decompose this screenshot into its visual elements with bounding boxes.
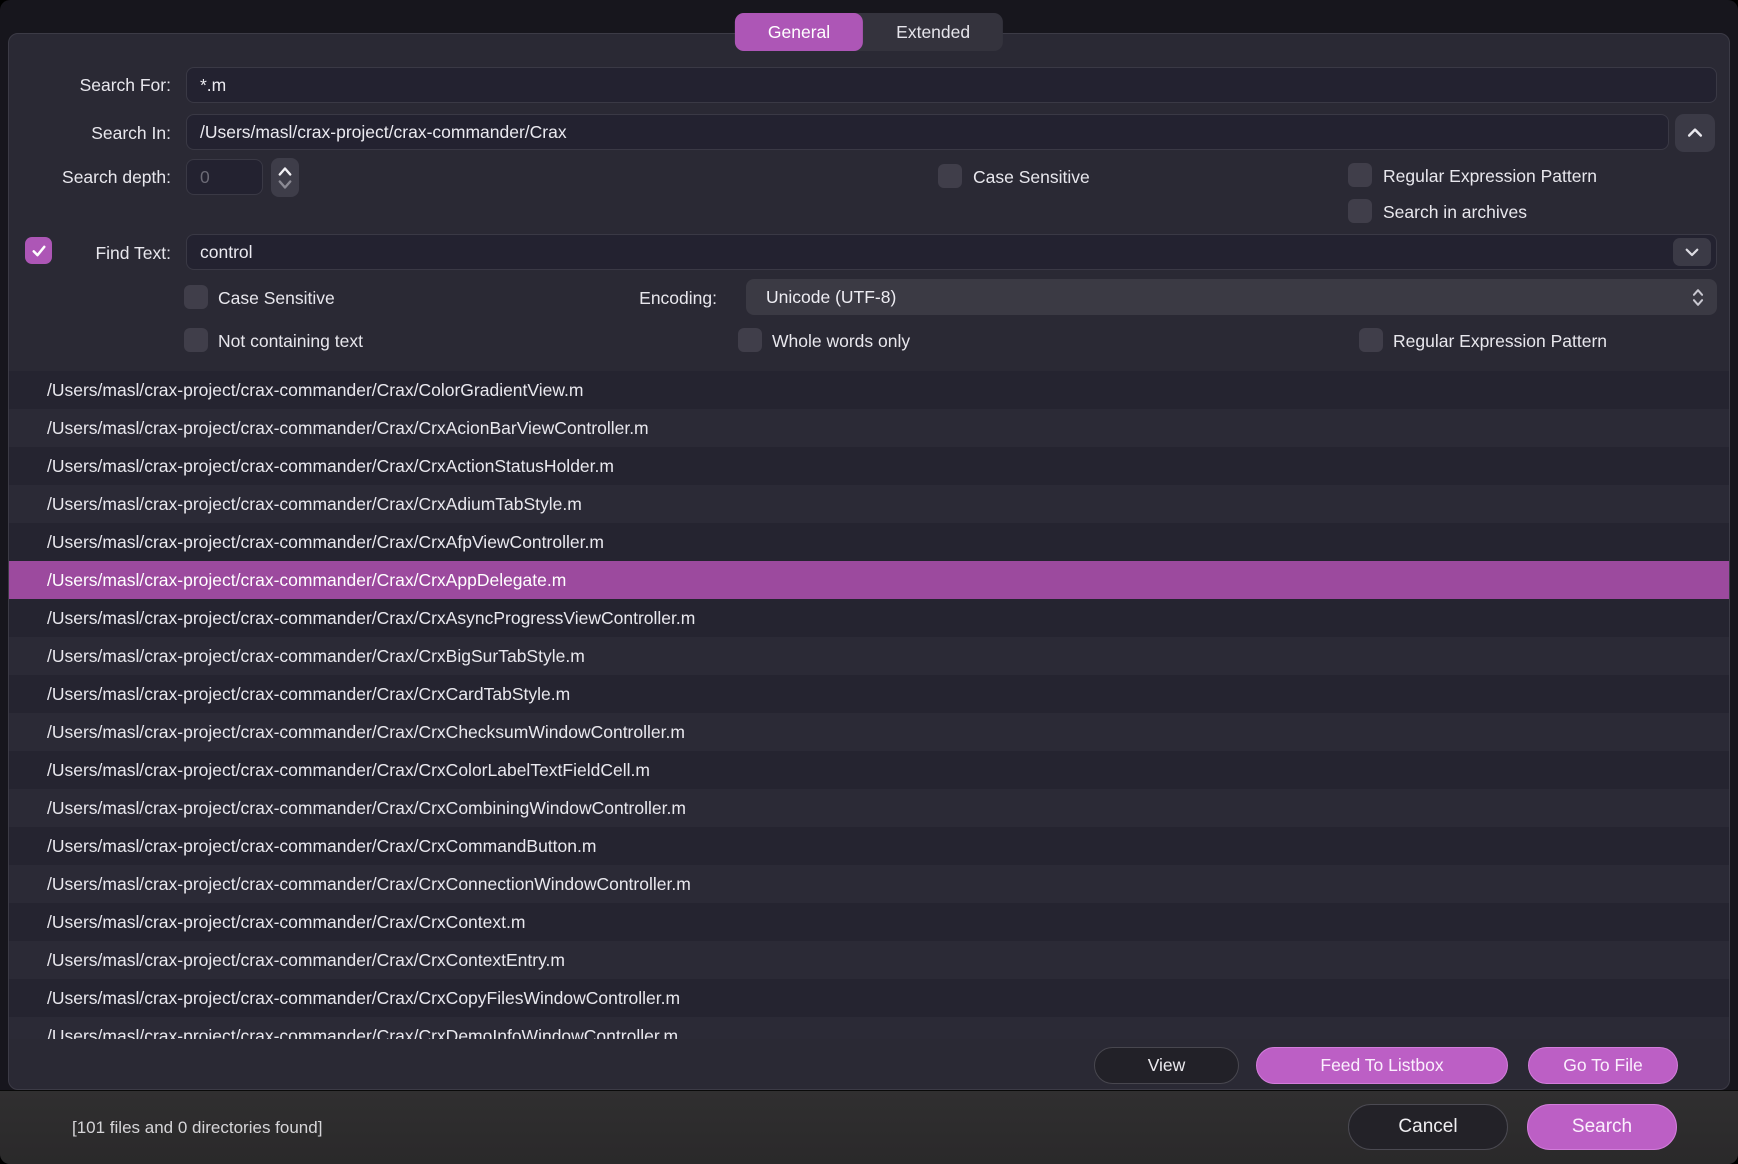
- find-case-sensitive-checkbox[interactable]: [184, 285, 208, 309]
- footer-bar: [101 files and 0 directories found] Canc…: [0, 1090, 1738, 1164]
- result-row[interactable]: /Users/masl/crax-project/crax-commander/…: [9, 447, 1729, 485]
- tab-extended[interactable]: Extended: [863, 13, 1003, 51]
- search-for-label: Search For:: [9, 75, 171, 96]
- result-row[interactable]: /Users/masl/crax-project/crax-commander/…: [9, 371, 1729, 409]
- stepper-up-icon[interactable]: [276, 165, 294, 178]
- case-sensitive-label: Case Sensitive: [973, 167, 1090, 188]
- find-text-value: control: [200, 242, 253, 263]
- find-regex-label: Regular Expression Pattern: [1393, 331, 1607, 352]
- feed-to-listbox-button[interactable]: Feed To Listbox: [1256, 1047, 1508, 1084]
- result-row[interactable]: /Users/masl/crax-project/crax-commander/…: [9, 751, 1729, 789]
- case-sensitive-checkbox[interactable]: [938, 164, 962, 188]
- stepper-down-icon[interactable]: [276, 178, 294, 191]
- view-button[interactable]: View: [1094, 1047, 1239, 1084]
- result-row[interactable]: /Users/masl/crax-project/crax-commander/…: [9, 865, 1729, 903]
- encoding-label: Encoding:: [509, 288, 717, 309]
- choose-folder-button[interactable]: [1675, 114, 1715, 152]
- encoding-select[interactable]: Unicode (UTF-8): [746, 279, 1717, 315]
- result-row[interactable]: /Users/masl/crax-project/crax-commander/…: [9, 409, 1729, 447]
- search-archives-label: Search in archives: [1383, 202, 1527, 223]
- find-text-history-button[interactable]: [1673, 238, 1711, 266]
- result-row[interactable]: /Users/masl/crax-project/crax-commander/…: [9, 637, 1729, 675]
- not-containing-label: Not containing text: [218, 331, 363, 352]
- result-row[interactable]: /Users/masl/crax-project/crax-commander/…: [9, 1017, 1729, 1039]
- result-row[interactable]: /Users/masl/crax-project/crax-commander/…: [9, 485, 1729, 523]
- chevron-down-icon: [1683, 243, 1701, 261]
- search-in-input[interactable]: /Users/masl/crax-project/crax-commander/…: [186, 114, 1669, 150]
- search-depth-input[interactable]: 0: [186, 159, 263, 195]
- result-row[interactable]: /Users/masl/crax-project/crax-commander/…: [9, 979, 1729, 1017]
- chevron-up-icon: [1685, 123, 1705, 143]
- result-row[interactable]: /Users/masl/crax-project/crax-commander/…: [9, 713, 1729, 751]
- result-row[interactable]: /Users/masl/crax-project/crax-commander/…: [9, 561, 1729, 599]
- search-depth-stepper[interactable]: [271, 158, 299, 197]
- find-text-input[interactable]: control: [186, 234, 1717, 270]
- go-to-file-button[interactable]: Go To File: [1528, 1047, 1678, 1084]
- tab-general[interactable]: General: [735, 13, 863, 51]
- search-for-value: *.m: [200, 75, 226, 96]
- not-containing-checkbox[interactable]: [184, 328, 208, 352]
- result-row[interactable]: /Users/masl/crax-project/crax-commander/…: [9, 827, 1729, 865]
- search-in-value: /Users/masl/crax-project/crax-commander/…: [200, 122, 567, 143]
- search-for-input[interactable]: *.m: [186, 67, 1717, 103]
- results-list[interactable]: /Users/masl/crax-project/crax-commander/…: [9, 371, 1729, 1039]
- updown-chevrons-icon: [1691, 288, 1705, 307]
- encoding-value: Unicode (UTF-8): [766, 287, 896, 308]
- regex-pattern-label: Regular Expression Pattern: [1383, 166, 1597, 187]
- result-row[interactable]: /Users/masl/crax-project/crax-commander/…: [9, 599, 1729, 637]
- regex-pattern-checkbox[interactable]: [1348, 163, 1372, 187]
- status-text: [101 files and 0 directories found]: [72, 1091, 322, 1164]
- search-button[interactable]: Search: [1527, 1104, 1677, 1150]
- search-depth-label: Search depth:: [9, 167, 171, 188]
- result-row[interactable]: /Users/masl/crax-project/crax-commander/…: [9, 523, 1729, 561]
- search-in-label: Search In:: [9, 123, 171, 144]
- result-row[interactable]: /Users/masl/crax-project/crax-commander/…: [9, 941, 1729, 979]
- find-regex-checkbox[interactable]: [1359, 328, 1383, 352]
- search-archives-checkbox[interactable]: [1348, 199, 1372, 223]
- search-dialog: General Extended Search For: *.m Search …: [0, 0, 1738, 1164]
- cancel-button[interactable]: Cancel: [1348, 1104, 1508, 1150]
- result-row[interactable]: /Users/masl/crax-project/crax-commander/…: [9, 789, 1729, 827]
- search-panel: Search For: *.m Search In: /Users/masl/c…: [8, 33, 1730, 1090]
- result-row[interactable]: /Users/masl/crax-project/crax-commander/…: [9, 903, 1729, 941]
- whole-words-label: Whole words only: [772, 331, 910, 352]
- find-text-label: Find Text:: [9, 243, 171, 264]
- find-case-sensitive-label: Case Sensitive: [218, 288, 335, 309]
- tab-bar: General Extended: [735, 13, 1003, 51]
- result-row[interactable]: /Users/masl/crax-project/crax-commander/…: [9, 675, 1729, 713]
- whole-words-checkbox[interactable]: [738, 328, 762, 352]
- search-depth-value: 0: [200, 167, 210, 188]
